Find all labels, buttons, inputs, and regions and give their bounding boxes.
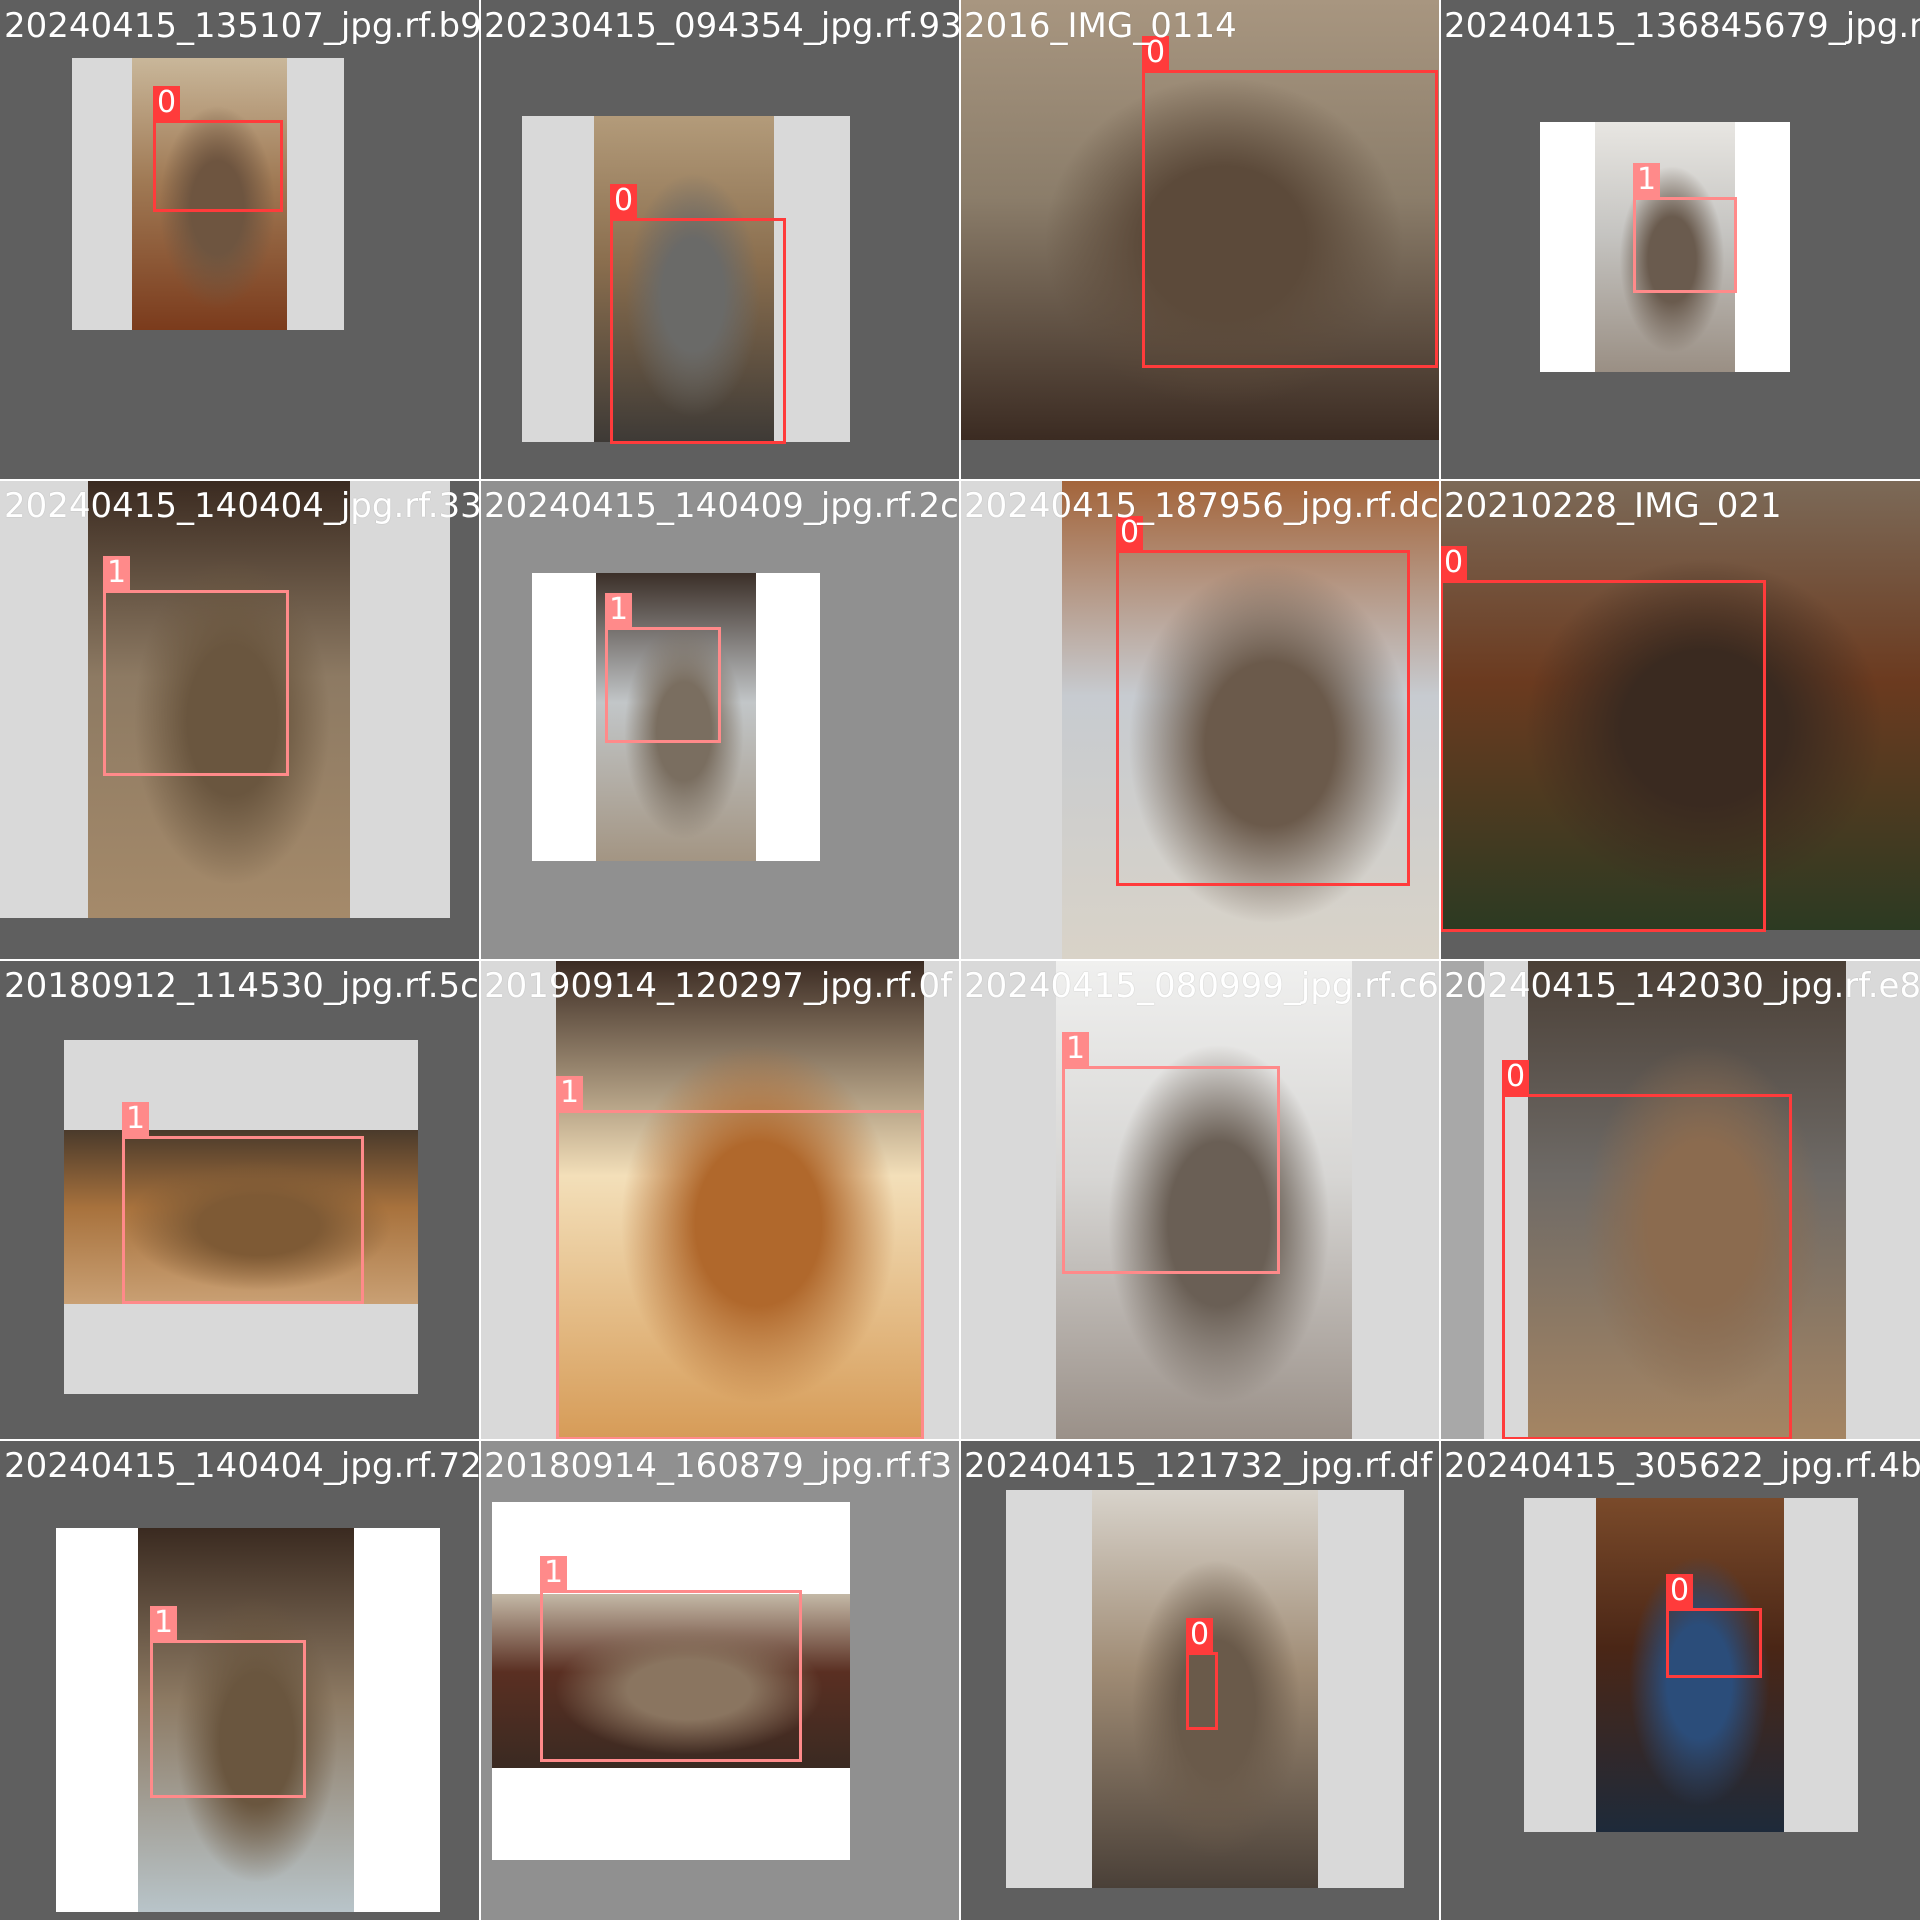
class-label: 1	[122, 1102, 150, 1136]
bounding-box	[1666, 1608, 1762, 1678]
image-tile[interactable]: 1 20190914_120297_jpg.rf.0f	[480, 960, 960, 1440]
image-tile[interactable]: 1 20240415_140409_jpg.rf.2c	[480, 480, 960, 960]
bounding-box	[540, 1590, 802, 1762]
filename-caption: 20180912_114530_jpg.rf.5c	[4, 966, 479, 1006]
class-label: 0	[1502, 1060, 1530, 1094]
bounding-box	[1116, 550, 1410, 886]
filename-caption: 20240415_080999_jpg.rf.c6	[964, 966, 1439, 1006]
filename-caption: 20230415_094354_jpg.rf.93	[484, 6, 960, 46]
image-tile[interactable]: 1 20240415_080999_jpg.rf.c6	[960, 960, 1440, 1440]
class-label: 1	[556, 1076, 584, 1110]
filename-caption: 20240415_135107_jpg.rf.b9	[4, 6, 480, 46]
filename-caption: 2016_IMG_0114	[964, 6, 1237, 46]
bounding-box	[1440, 580, 1766, 932]
class-label: 0	[610, 184, 638, 218]
image-grid: 0 20240415_135107_jpg.rf.b920230415_09435…	[0, 0, 1920, 1920]
image-tile[interactable]: 0 20240415_142030_jpg.rf.e8	[1440, 960, 1920, 1440]
filename-caption: 20210228_IMG_021	[1444, 486, 1782, 526]
bounding-box	[1186, 1652, 1218, 1730]
filename-caption: 20240415_142030_jpg.rf.e8	[1444, 966, 1920, 1006]
class-label: 1	[103, 556, 131, 590]
bounding-box	[122, 1136, 364, 1304]
image-tile[interactable]: 0 20240415_187956_jpg.rf.dc	[960, 480, 1440, 960]
filename-caption: 20190914_120297_jpg.rf.0f	[484, 966, 953, 1006]
grid-divider	[0, 1439, 1920, 1441]
filename-caption: 20240415_140409_jpg.rf.2c	[484, 486, 959, 526]
filename-caption: 20240415_121732_jpg.rf.df	[964, 1446, 1433, 1486]
filename-caption: 20240415_140404_jpg.rf.72	[4, 1446, 480, 1486]
bounding-box	[1502, 1094, 1792, 1440]
class-label: 0	[1186, 1618, 1214, 1652]
image-tile[interactable]: 020240415_135107_jpg.rf.b920230415_09435…	[0, 0, 480, 480]
class-label: 0	[1666, 1574, 1694, 1608]
bounding-box	[1142, 70, 1438, 368]
image-tile[interactable]: 0 20240415_305622_jpg.rf.4b	[1440, 1440, 1920, 1920]
bounding-box	[1633, 197, 1737, 293]
bounding-box	[605, 627, 721, 743]
filename-caption: 20240415_136845679_jpg.rf.fa	[1444, 6, 1920, 46]
image-tile[interactable]: 02016_IMG_011420240415_IMG_0114	[960, 0, 1440, 480]
image-tile[interactable]: 1 20180914_160879_jpg.rf.f3	[480, 1440, 960, 1920]
image-tile[interactable]: 1 20240415_140404_jpg.rf.72	[0, 1440, 480, 1920]
class-label: 1	[150, 1606, 178, 1640]
image-tile[interactable]: 1 20240415_136845679_jpg.rf.fa	[1440, 0, 1920, 480]
class-label: 0	[1440, 546, 1468, 580]
image-tile[interactable]: 0 20210228_IMG_021	[1440, 480, 1920, 960]
class-label: 0	[153, 86, 181, 120]
filename-caption: 20240415_305622_jpg.rf.4b	[1444, 1446, 1920, 1486]
bounding-box	[150, 1640, 306, 1798]
bounding-box	[610, 218, 786, 444]
bounding-box	[153, 120, 283, 212]
class-label: 1	[1633, 163, 1661, 197]
image-tile[interactable]: 0 20230415_094354_jpg.rf.93	[480, 0, 960, 480]
class-label: 1	[605, 593, 633, 627]
filename-caption: 20240415_187956_jpg.rf.dc	[964, 486, 1439, 526]
image-tile[interactable]: 1 20240415_140404_jpg.rf.33	[0, 480, 480, 960]
bounding-box	[103, 590, 289, 776]
filename-caption: 20240415_140404_jpg.rf.33	[4, 486, 480, 526]
filename-caption: 20180914_160879_jpg.rf.f3	[484, 1446, 953, 1486]
bounding-box	[556, 1110, 924, 1440]
bounding-box	[1062, 1066, 1280, 1274]
grid-divider	[1439, 0, 1441, 1920]
grid-divider	[0, 959, 1920, 961]
image-tile[interactable]: 1 20180912_114530_jpg.rf.5c	[0, 960, 480, 1440]
image-tile[interactable]: 0 20240415_121732_jpg.rf.df	[960, 1440, 1440, 1920]
class-label: 1	[1062, 1032, 1090, 1066]
class-label: 1	[540, 1556, 568, 1590]
